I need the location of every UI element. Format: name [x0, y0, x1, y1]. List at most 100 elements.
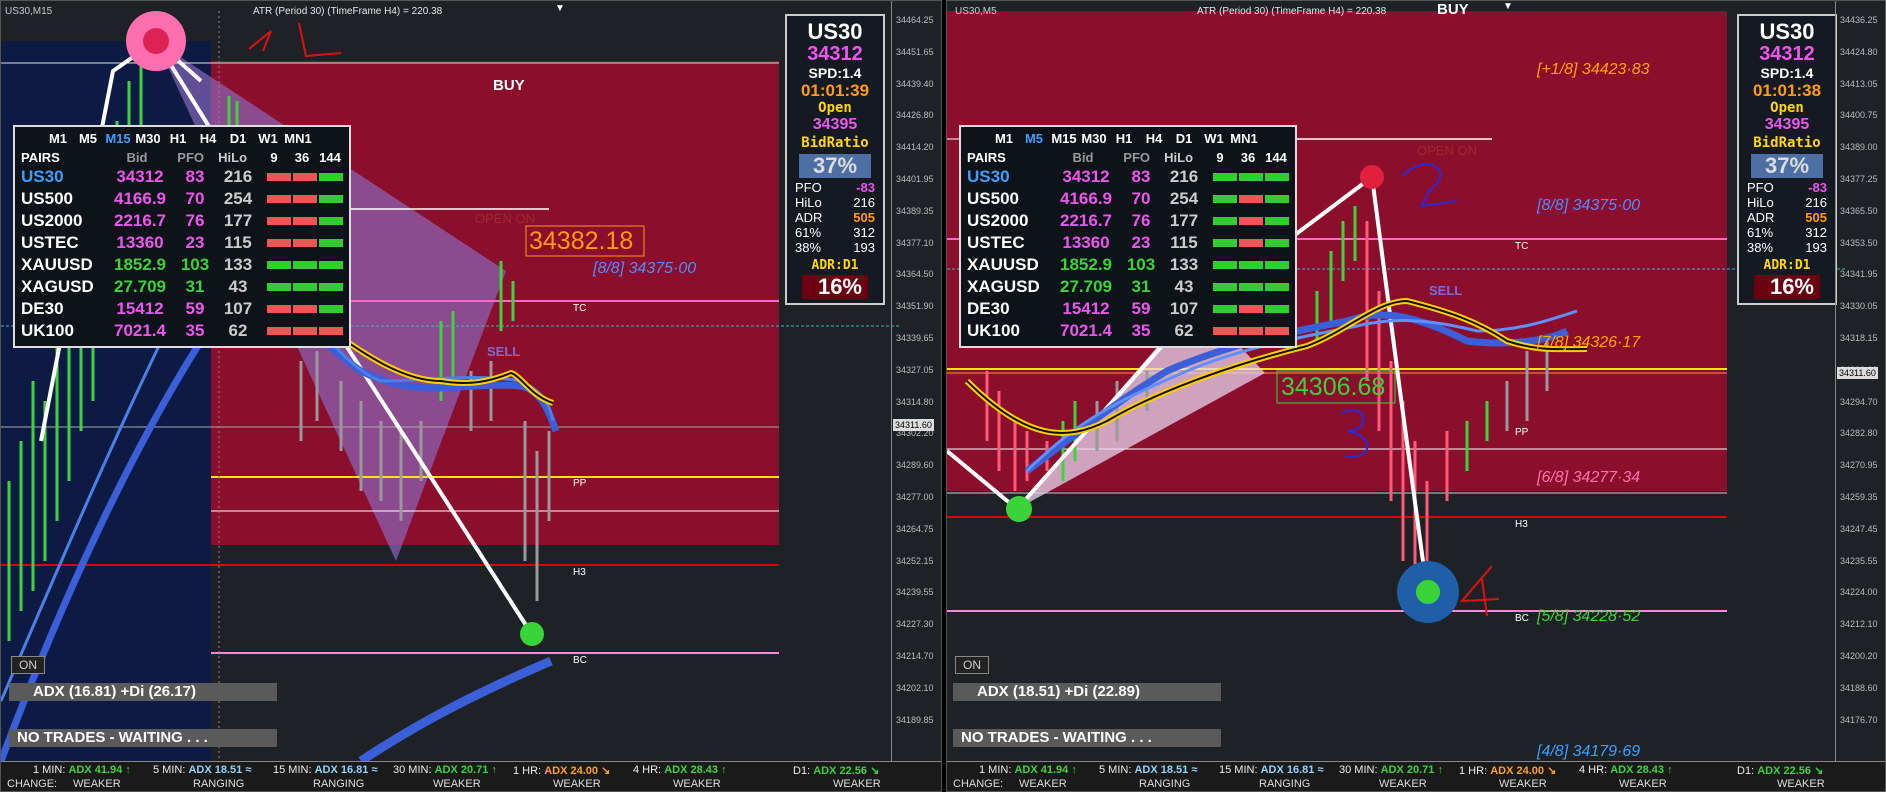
- timeframe-tab[interactable]: M1: [43, 131, 73, 146]
- symbol-info-box: US30 34312 SPD:1.4 01:01:38 Open 34395 B…: [1737, 14, 1837, 305]
- trend-bar: [1239, 195, 1263, 203]
- table-row[interactable]: XAUUSD 1852.9 103 133: [21, 254, 343, 276]
- pair-hilo: 216: [223, 167, 253, 186]
- table-row[interactable]: US500 4166.9 70 254: [21, 188, 343, 210]
- trend-bars: [267, 261, 343, 269]
- pair-name[interactable]: US30: [21, 167, 105, 187]
- table-row[interactable]: XAUUSD 1852.9 103 133: [967, 254, 1289, 276]
- open-on-label: OPEN ON: [1417, 143, 1477, 158]
- price-axis[interactable]: 34189.85 34202.10 34214.70 34227.30 34239.55…: [891, 1, 941, 761]
- currency-strength-table: M1 M5 M15 M30 H1 H4 D1 W1 MN1 PAIRS Bid PFO HiLo 9 36 1…: [959, 125, 1297, 348]
- price-tick-label: 34426.80: [896, 110, 934, 121]
- info-hilo-label: HiLo: [795, 195, 822, 210]
- column-header: 9 36 144: [261, 150, 343, 165]
- timeframe-tab[interactable]: M15: [1049, 131, 1079, 146]
- adx-timeframe-strip: CHANGE: 1 MIN: ADX 41.94 ↑ WEAKER 5 MIN: AD…: [1, 761, 941, 791]
- adx-cell-status: WEAKER: [553, 778, 601, 790]
- trend-bars: [267, 173, 343, 181]
- timeframe-tab[interactable]: M30: [1079, 131, 1109, 146]
- timeframe-tab[interactable]: MN1: [1229, 131, 1259, 146]
- timeframe-tab[interactable]: M5: [1019, 131, 1049, 146]
- table-row[interactable]: US2000 2216.7 76 177: [967, 210, 1289, 232]
- trend-bars: [1213, 305, 1289, 313]
- timeframe-tab[interactable]: MN1: [283, 131, 313, 146]
- info-bidratio-label: BidRatio: [801, 135, 869, 151]
- pair-hilo: 115: [224, 233, 252, 252]
- table-row[interactable]: US30 34312 83 216: [21, 166, 343, 188]
- table-row[interactable]: UK100 7021.4 35 62: [967, 320, 1289, 342]
- sell-signal-label: SELL: [487, 344, 521, 359]
- pair-name[interactable]: US30: [967, 167, 1051, 187]
- pair-name[interactable]: US2000: [967, 211, 1051, 231]
- table-row[interactable]: USTEC 13360 23 115: [21, 232, 343, 254]
- left-chart-window[interactable]: US30,M15 ATR (Period 30) (TimeFrame H4) …: [0, 0, 942, 792]
- murrey-level-label: [5/8] 34228·52: [1537, 608, 1641, 625]
- on-toggle-button[interactable]: ON: [955, 656, 989, 674]
- trend-bar: [1265, 327, 1289, 335]
- adx-cell-value: ADX 18.51: [1134, 764, 1189, 776]
- pair-hilo: 133: [1169, 255, 1199, 274]
- pair-name[interactable]: USTEC: [967, 233, 1051, 253]
- chevron-down-icon[interactable]: ▼: [1503, 1, 1513, 12]
- timeframe-tab[interactable]: D1: [1169, 131, 1199, 146]
- adx-cell: 30 MIN: ADX 20.71 ↑: [393, 764, 497, 776]
- trend-bar: [1239, 261, 1263, 269]
- pair-name[interactable]: US2000: [21, 211, 105, 231]
- table-row[interactable]: US500 4166.9 70 254: [967, 188, 1289, 210]
- timeframe-tab[interactable]: W1: [1199, 131, 1229, 146]
- timeframe-tab[interactable]: H4: [193, 131, 223, 146]
- table-row[interactable]: US30 34312 83 216: [967, 166, 1289, 188]
- timeframe-tab[interactable]: D1: [223, 131, 253, 146]
- pair-name[interactable]: UK100: [967, 321, 1051, 341]
- chevron-down-icon[interactable]: ▼: [555, 3, 565, 14]
- price-axis[interactable]: 34176.70 34188.60 34200.20 34212.10 34224.00…: [1835, 1, 1885, 761]
- table-row[interactable]: US2000 2216.7 76 177: [21, 210, 343, 232]
- right-chart-window[interactable]: US30,M5 ATR (Period 30) (TimeFrame H4) =…: [946, 0, 1886, 792]
- column-header: 144: [1265, 149, 1287, 165]
- table-row[interactable]: UK100 7021.4 35 62: [21, 320, 343, 342]
- pair-name[interactable]: XAGUSD: [21, 277, 105, 297]
- info-symbol: US30: [807, 19, 863, 44]
- info-38-value: 193: [1805, 240, 1827, 255]
- pair-pfo: 23: [1131, 233, 1151, 252]
- pair-name[interactable]: USTEC: [21, 233, 105, 253]
- pair-name[interactable]: DE30: [967, 299, 1051, 319]
- timeframe-tab[interactable]: M1: [989, 131, 1019, 146]
- pair-name[interactable]: US500: [967, 189, 1051, 209]
- on-toggle-button[interactable]: ON: [11, 656, 45, 674]
- open-on-label: OPEN ON: [475, 211, 535, 226]
- pair-pfo: 103: [1126, 255, 1156, 274]
- price-tick-label: 34239.55: [896, 587, 934, 598]
- pair-pfo: 83: [185, 167, 205, 186]
- table-row[interactable]: XAGUSD 27.709 31 43: [967, 276, 1289, 298]
- trend-bar: [293, 173, 317, 181]
- timeframe-tab[interactable]: H1: [1109, 131, 1139, 146]
- timeframe-tab[interactable]: W1: [253, 131, 283, 146]
- trend-arrow-icon: ↑: [1071, 764, 1077, 776]
- timeframe-tab[interactable]: M15: [103, 131, 133, 146]
- timeframe-tab[interactable]: H1: [163, 131, 193, 146]
- table-row[interactable]: USTEC 13360 23 115: [967, 232, 1289, 254]
- trend-bar: [267, 195, 291, 203]
- adx-cell-label: 30 MIN:: [393, 764, 432, 776]
- trend-arrow-icon: ↑: [721, 764, 727, 776]
- timeframe-tab[interactable]: M5: [73, 131, 103, 146]
- price-tick-label: 34227.30: [896, 619, 934, 630]
- tc-label: TC: [1515, 241, 1529, 252]
- murrey-level-label: [4/8] 34179·69: [1537, 743, 1641, 760]
- pair-name[interactable]: DE30: [21, 299, 105, 319]
- pair-name[interactable]: XAUUSD: [21, 255, 105, 275]
- table-row[interactable]: DE30 15412 59 107: [21, 298, 343, 320]
- timeframe-tab[interactable]: H4: [1139, 131, 1169, 146]
- pair-bid: 15412: [116, 299, 164, 318]
- table-row[interactable]: DE30 15412 59 107: [967, 298, 1289, 320]
- trend-bar: [319, 305, 343, 313]
- pair-name[interactable]: XAGUSD: [967, 277, 1051, 297]
- pair-name[interactable]: UK100: [21, 321, 105, 341]
- table-row[interactable]: XAGUSD 27.709 31 43: [21, 276, 343, 298]
- adx-cell: D1: ADX 22.56 ↘: [1737, 764, 1823, 777]
- timeframe-tab[interactable]: M30: [133, 131, 163, 146]
- pair-name[interactable]: US500: [21, 189, 105, 209]
- price-box-label: 34306.68: [1281, 373, 1386, 401]
- pair-name[interactable]: XAUUSD: [967, 255, 1051, 275]
